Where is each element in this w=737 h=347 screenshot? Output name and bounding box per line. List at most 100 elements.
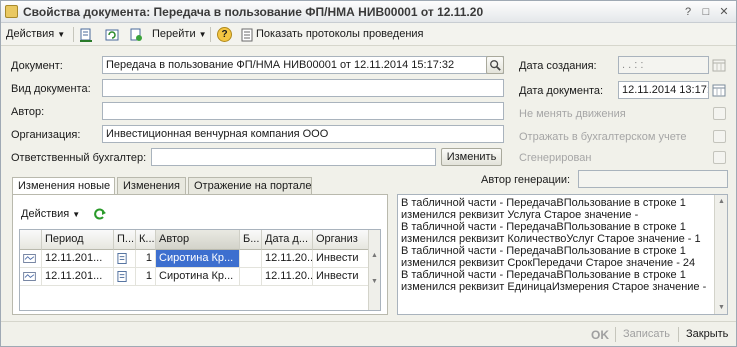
log-line: В табличной части - ПередачаВПользование… [401,269,686,281]
toolbar-separator [210,27,211,42]
doc-type-label: Вид документа: [11,83,91,95]
scroll-up-icon[interactable]: ▲ [718,198,725,205]
footer-separator [678,327,679,342]
grid-scrollbar[interactable]: ▲ ▼ [368,230,380,310]
protocol-icon [241,28,253,42]
close-button[interactable]: Закрыть [686,328,728,340]
document-icon [5,5,18,18]
toolbar: Действия ▼ Перейти ▼ ? Показать протокол… [1,23,736,46]
gen-author-label: Автор генерации: [481,174,571,186]
log-line: изменился реквизит КоличествоУслуг Старо… [401,233,701,245]
close-icon[interactable]: ✕ [717,5,731,19]
show-protocols-button[interactable]: Показать протоколы проведения [256,26,424,43]
actions-menu-button[interactable]: Действия ▼ [6,26,65,43]
created-label: Дата создания: [519,60,597,72]
log-line: изменился реквизит Услуга Старое значени… [401,209,639,221]
log-line: В табличной части - ПередачаВПользование… [401,197,686,209]
help-icon[interactable]: ? [217,27,232,42]
refresh-document-icon[interactable] [105,28,119,42]
panel-actions-label: Действия [21,208,70,220]
log-scrollbar[interactable]: ▲ ▼ [714,195,727,314]
count-cell: 1 [136,268,156,286]
row-type-icon [20,268,42,286]
author-label: Автор: [11,106,45,118]
author-field[interactable] [102,102,504,120]
actions-label: Действия [6,28,55,40]
accountant-label: Ответственный бухгалтер: [11,152,147,164]
goto-icon[interactable] [129,28,143,42]
count-cell: 1 [136,250,156,268]
reflect-label: Отражать в бухгалтерском учете [519,131,687,143]
title-bar: Свойства документа: Передача в пользован… [1,1,736,23]
doc-date-field[interactable]: 12.11.2014 13:17: [618,81,709,99]
scroll-down-icon[interactable]: ▼ [718,304,725,311]
calendar-icon [712,59,726,72]
generated-checkbox[interactable] [713,151,726,164]
save-button[interactable]: Записать [623,328,670,340]
no-change-label: Не менять движения [519,108,626,120]
organization-cell: Инвести [313,268,370,286]
footer-separator [615,327,616,342]
doc-type-field[interactable] [102,79,504,97]
panel-actions-button[interactable]: Действия ▼ [21,206,80,223]
b-cell [240,250,262,268]
change-button[interactable]: Изменить [441,148,502,166]
refresh-icon[interactable] [93,207,107,221]
column-header[interactable]: К... [136,230,156,250]
log-line: изменился реквизит ЕдиницаИзмерения Стар… [401,281,707,293]
document-field[interactable]: Передача в пользование ФП/НМА НИВ00001 о… [102,56,504,74]
accountant-field[interactable] [151,148,436,166]
ok-button[interactable]: OK [591,328,609,342]
column-header[interactable]: П... [114,230,136,250]
organization-field[interactable]: Инвестиционная венчурная компания ООО [102,125,504,143]
period-cell: 12.11.201... [42,268,114,286]
column-header[interactable]: Организ [313,230,370,250]
no-change-checkbox[interactable] [713,107,726,120]
organization-cell: Инвести [313,250,370,268]
column-header[interactable]: Период [42,230,114,250]
properties-window: Свойства документа: Передача в пользован… [0,0,737,347]
posted-icon [114,250,136,268]
b-cell [240,268,262,286]
search-icon [490,60,501,71]
period-cell: 12.11.201... [42,250,114,268]
tab-changes[interactable]: Изменения [117,177,186,195]
document-value: Передача в пользование ФП/НМА НИВ00001 о… [106,59,455,71]
search-button[interactable] [486,56,504,74]
scroll-down-icon[interactable]: ▼ [371,278,378,285]
generated-label: Сгенерирован [519,152,592,164]
maximize-icon[interactable]: □ [699,5,713,19]
document-label: Документ: [11,60,63,72]
help-icon[interactable]: ? [681,5,695,19]
chevron-down-icon: ▼ [72,210,81,219]
chevron-down-icon: ▼ [57,30,66,39]
posted-icon [114,268,136,286]
created-field: . . : : [618,56,709,74]
scroll-up-icon[interactable]: ▲ [371,252,378,259]
goto-label: Перейти [152,28,196,40]
goto-menu-button[interactable]: Перейти ▼ [152,26,207,43]
column-header[interactable] [20,230,42,250]
column-header[interactable]: Дата д... [262,230,313,250]
toolbar-separator [73,27,74,42]
date-cell: 12.11.20... [262,250,313,268]
footer-bar: OK Записать Закрыть [1,321,736,346]
tab-portal[interactable]: Отражение на портале [188,177,312,195]
reflect-checkbox[interactable] [713,130,726,143]
gen-author-field [578,170,728,188]
doc-date-label: Дата документа: [519,85,604,97]
author-cell: Сиротина Кр... [156,250,240,268]
author-cell: Сиротина Кр... [156,268,240,286]
column-header[interactable]: Б... [240,230,262,250]
change-log-text[interactable]: В табличной части - ПередачаВПользование… [397,194,728,315]
row-type-icon [20,250,42,268]
post-icon[interactable] [79,28,93,42]
window-title: Свойства документа: Передача в пользован… [23,5,484,19]
log-line: В табличной части - ПередачаВПользование… [401,245,686,257]
changes-panel: Действия ▼ Период П... К... Автор Б... Д… [12,194,388,315]
changes-table: Период П... К... Автор Б... Дата д... Ор… [19,229,381,311]
column-header[interactable]: Автор [156,230,240,250]
calendar-icon[interactable] [712,83,726,97]
organization-value: Инвестиционная венчурная компания ООО [106,128,329,140]
date-cell: 12.11.20... [262,268,313,286]
